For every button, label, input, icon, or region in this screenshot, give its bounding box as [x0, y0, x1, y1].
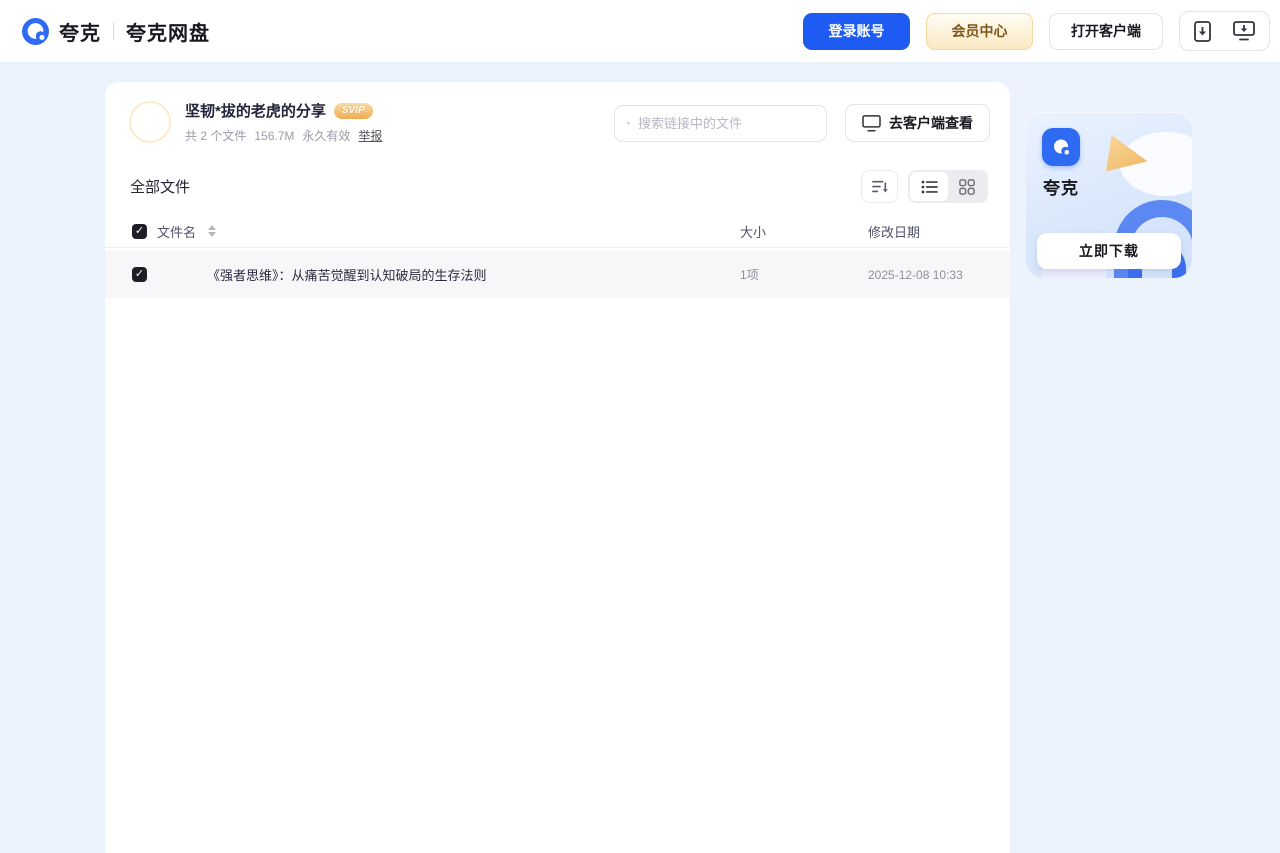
brand-divider	[113, 22, 114, 40]
share-content-card: 坚韧*拔的老虎的分享 SVIP 共 2 个文件 156.7M 永久有效 举报 搜…	[105, 82, 1010, 853]
file-modified-date: 2025-12-08 10:33	[868, 267, 963, 282]
row-checkbox[interactable]: ✓	[132, 267, 147, 282]
list-view-icon	[921, 180, 938, 193]
column-modified-label: 修改日期	[868, 224, 921, 240]
desktop-download-icon[interactable]	[1233, 21, 1255, 41]
column-size-label: 大小	[740, 224, 767, 240]
topbar-actions: 登录账号 会员中心 打开客户端	[803, 11, 1270, 51]
share-total-size: 156.7M	[254, 128, 295, 143]
share-validity: 永久有效	[302, 129, 351, 143]
view-controls	[861, 170, 988, 203]
file-name[interactable]: 《强者思维》：从痛苦觉醒到认知破局的生存法则	[207, 265, 740, 284]
column-name-label: 文件名	[157, 224, 197, 240]
open-client-button[interactable]: 打开客户端	[1049, 12, 1163, 50]
avatar	[129, 101, 171, 143]
monitor-icon	[862, 114, 881, 131]
share-header-actions: 去客户端查看	[614, 100, 990, 142]
quark-logo-icon	[22, 17, 49, 45]
share-file-count: 共 2 个文件	[185, 129, 247, 143]
search-input[interactable]	[638, 115, 814, 131]
search-box[interactable]	[614, 104, 827, 142]
login-button[interactable]: 登录账号	[803, 12, 910, 50]
grid-view-button[interactable]	[948, 172, 986, 201]
member-center-button[interactable]: 会员中心	[926, 12, 1033, 50]
share-meta: 共 2 个文件 156.7M 永久有效 举报	[185, 127, 382, 144]
svip-badge: SVIP	[333, 102, 373, 119]
file-table-header: ✓ 文件名 大小 修改日期	[105, 215, 1010, 248]
download-icon-group	[1179, 11, 1270, 51]
brand: 夸克 夸克网盘	[22, 17, 210, 46]
file-icon-placeholder	[147, 257, 207, 293]
sort-order-button[interactable]	[861, 170, 898, 203]
files-section-title: 全部文件	[130, 179, 191, 196]
product-name: 夸克网盘	[126, 22, 210, 45]
share-title: 坚韧*拔的老虎的分享	[185, 103, 326, 120]
view-in-client-label: 去客户端查看	[889, 115, 973, 131]
download-now-button[interactable]: 立即下载	[1037, 233, 1181, 269]
quark-logo-small-icon	[1054, 139, 1070, 156]
select-all-checkbox[interactable]: ✓	[132, 223, 147, 239]
brand-name: 夸克	[59, 22, 101, 45]
view-mode-toggle	[908, 170, 988, 203]
list-view-button[interactable]	[910, 172, 948, 201]
name-sort-caret-icon[interactable]	[208, 225, 217, 237]
quark-app-icon	[1042, 128, 1080, 166]
files-section-row: 全部文件	[105, 160, 1010, 215]
search-icon	[627, 121, 630, 125]
file-size: 1项	[740, 268, 759, 282]
topbar: 夸克 夸克网盘 登录账号 会员中心 打开客户端	[0, 0, 1280, 62]
mobile-download-icon[interactable]	[1194, 20, 1211, 42]
promo-app-name: 夸克	[1043, 179, 1079, 198]
share-info: 坚韧*拔的老虎的分享 SVIP 共 2 个文件 156.7M 永久有效 举报	[129, 100, 382, 144]
table-row[interactable]: ✓ 《强者思维》：从痛苦觉醒到认知破局的生存法则 1项 2025-12-08 1…	[105, 251, 1010, 298]
share-header: 坚韧*拔的老虎的分享 SVIP 共 2 个文件 156.7M 永久有效 举报 搜…	[105, 82, 1010, 160]
grid-view-icon	[959, 178, 975, 195]
sort-lines-icon	[871, 180, 888, 192]
report-link[interactable]: 举报	[358, 127, 382, 144]
app-download-promo-card: 夸克 立即下载	[1026, 112, 1192, 278]
view-in-client-button[interactable]: 去客户端查看	[845, 104, 990, 142]
